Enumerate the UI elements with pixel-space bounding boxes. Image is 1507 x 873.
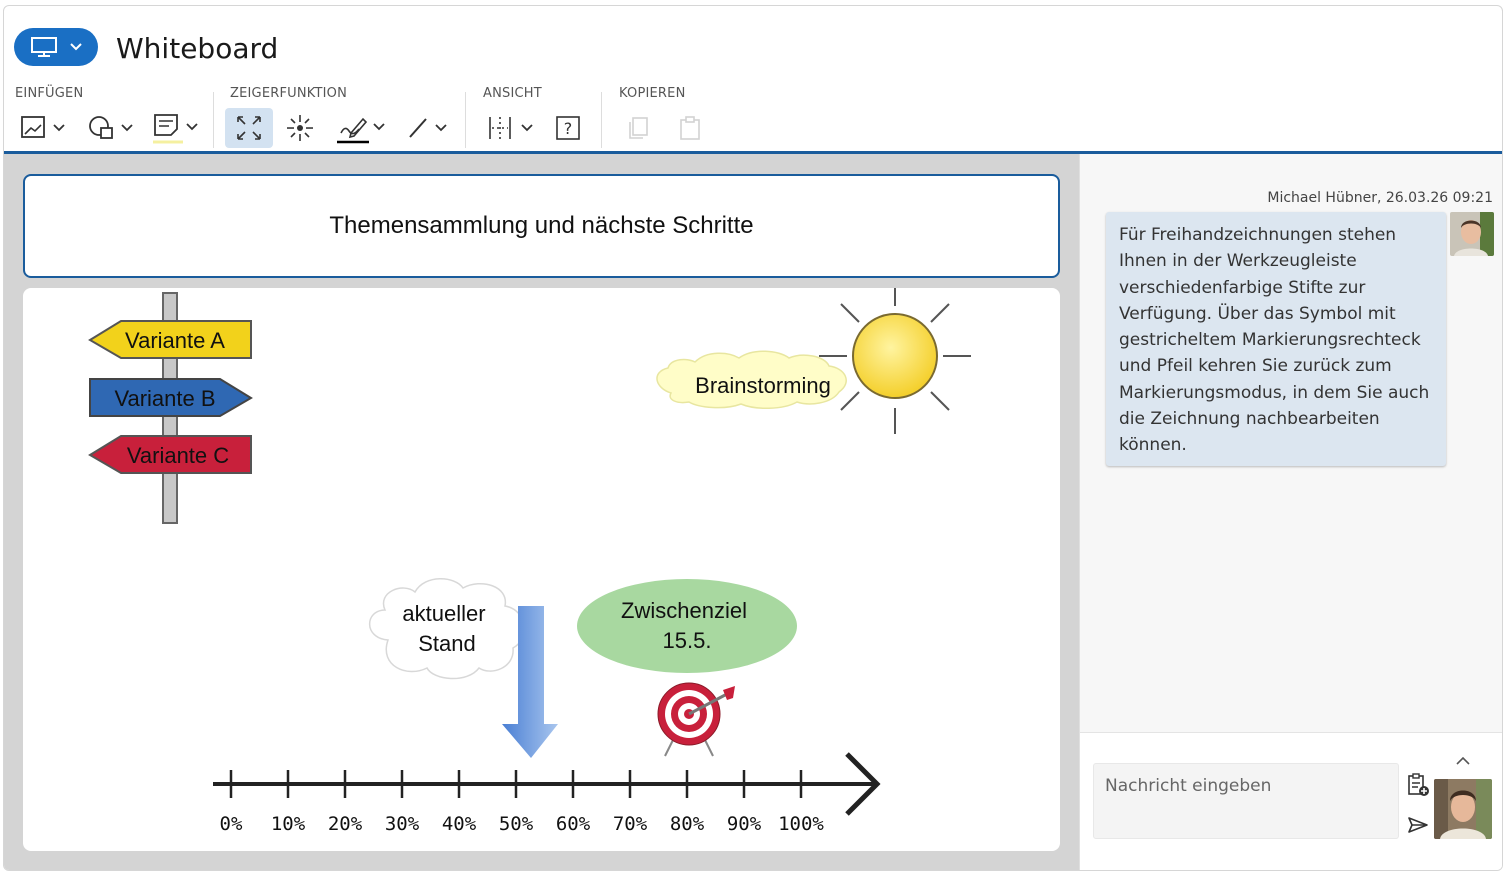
send-button[interactable] (1404, 811, 1432, 839)
self-camera-preview[interactable] (1434, 779, 1492, 839)
whiteboard-canvas[interactable]: Variante A Variante B Variante C Brainst… (23, 288, 1060, 851)
chevron-down-icon (373, 123, 385, 131)
image-icon (21, 116, 45, 138)
selection-arrows-icon (237, 116, 261, 140)
chat-composer (1080, 732, 1502, 870)
chevron-down-icon (121, 124, 133, 132)
board-title-frame[interactable]: Themensammlung und nächste Schritte (23, 174, 1060, 278)
select-mode-button[interactable] (225, 108, 273, 148)
sender-avatar (1450, 212, 1494, 256)
chevron-down-icon (186, 123, 198, 131)
current-status-cloud[interactable]: aktueller Stand (369, 578, 526, 680)
message-input[interactable] (1093, 763, 1399, 839)
axis-tick-label: 30% (385, 813, 420, 835)
milestone-ellipse[interactable]: Zwischenziel 15.5. (577, 579, 797, 673)
milestone-label-line1: Zwischenziel (621, 598, 747, 623)
chevron-down-icon (521, 124, 533, 132)
chevron-down-icon (70, 43, 82, 51)
add-clipboard-button[interactable] (1404, 771, 1432, 799)
clipboard-add-icon (1408, 773, 1429, 796)
canvas-area[interactable]: Themensammlung und nächste Schritte Vari… (4, 154, 1079, 870)
axis-tick-label: 100% (778, 813, 824, 835)
axis-tick-label: 10% (271, 813, 306, 835)
signpost[interactable]: Variante A Variante B Variante C (88, 292, 253, 524)
message-meta: Michael Hübner, 26.03.26 09:21 (1267, 190, 1493, 206)
brainstorming-label: Brainstorming (695, 373, 831, 398)
copy-button[interactable] (621, 108, 655, 148)
shapes-icon (89, 116, 113, 139)
insert-note-button[interactable] (149, 108, 203, 148)
line-tool-button[interactable] (402, 108, 456, 148)
chat-message-bubble: Für Freihandzeichnungen stehen Ihnen in … (1106, 212, 1446, 466)
target-icon[interactable] (657, 682, 735, 757)
line-icon (409, 118, 427, 138)
group-label-copy: KOPIEREN (619, 86, 686, 101)
sign-label-c: Variante C (127, 443, 229, 468)
brainstorming-cloud[interactable]: Brainstorming (656, 350, 847, 409)
chevron-up-icon (1456, 757, 1470, 765)
milestone-label-line2: 15.5. (663, 628, 712, 653)
laser-pointer-icon (287, 115, 313, 141)
grid-guides-icon (489, 117, 511, 139)
svg-text:?: ? (564, 119, 573, 138)
paste-button[interactable] (673, 108, 707, 148)
view-mode-dropdown-button[interactable] (14, 28, 98, 66)
sign-label-b: Variante B (114, 386, 215, 411)
whiteboard-icon (31, 37, 57, 57)
axis-tick-label: 60% (556, 813, 591, 835)
chevron-down-icon (435, 124, 447, 132)
axis-tick-label: 80% (670, 813, 705, 835)
grid-view-button[interactable] (482, 108, 540, 148)
group-label-pointer: ZEIGERFUNKTION (230, 86, 348, 101)
laser-pointer-button[interactable] (280, 108, 320, 148)
axis-tick-label: 0% (220, 813, 243, 835)
group-label-insert: EINFÜGEN (15, 86, 84, 101)
cloud-label-line1: aktueller (402, 601, 485, 626)
sign-label-a: Variante A (125, 328, 225, 353)
axis-tick-label: 90% (727, 813, 762, 835)
collapse-camera-button[interactable] (1450, 753, 1476, 769)
cloud-label-line2: Stand (418, 631, 476, 656)
app-title: Whiteboard (116, 32, 279, 65)
pen-icon (337, 117, 369, 144)
sticky-note-icon (153, 114, 183, 144)
copy-icon (629, 117, 648, 139)
chevron-down-icon (53, 124, 65, 132)
board-title: Themensammlung und nächste Schritte (329, 212, 754, 239)
pen-tool-button[interactable] (333, 108, 387, 148)
timeline-axis[interactable]: 0% 10% 20% 30% 40% 50% 60% 70% 80% 90% 100% (213, 752, 881, 835)
clipboard-icon (680, 116, 700, 140)
axis-tick-label: 70% (613, 813, 648, 835)
group-label-view: ANSICHT (483, 86, 542, 101)
send-icon (1408, 817, 1428, 833)
axis-tick-label: 50% (499, 813, 534, 835)
help-button[interactable]: ? (551, 108, 585, 148)
whiteboard-window: Whiteboard EINFÜGEN ZEIGERFUNKTION ANSIC… (3, 5, 1503, 871)
chat-message-text: Für Freihandzeichnungen stehen Ihnen in … (1119, 225, 1430, 456)
insert-shape-button[interactable] (84, 108, 138, 148)
insert-image-button[interactable] (17, 108, 71, 148)
help-icon: ? (556, 116, 580, 140)
axis-tick-label: 40% (442, 813, 477, 835)
axis-tick-label: 20% (328, 813, 363, 835)
chat-panel: Michael Hübner, 26.03.26 09:21 Für Freih… (1079, 154, 1502, 870)
sun-illustration[interactable] (819, 288, 971, 434)
toolbar: EINFÜGEN ZEIGERFUNKTION ANSICHT KOPIEREN (4, 84, 1502, 154)
